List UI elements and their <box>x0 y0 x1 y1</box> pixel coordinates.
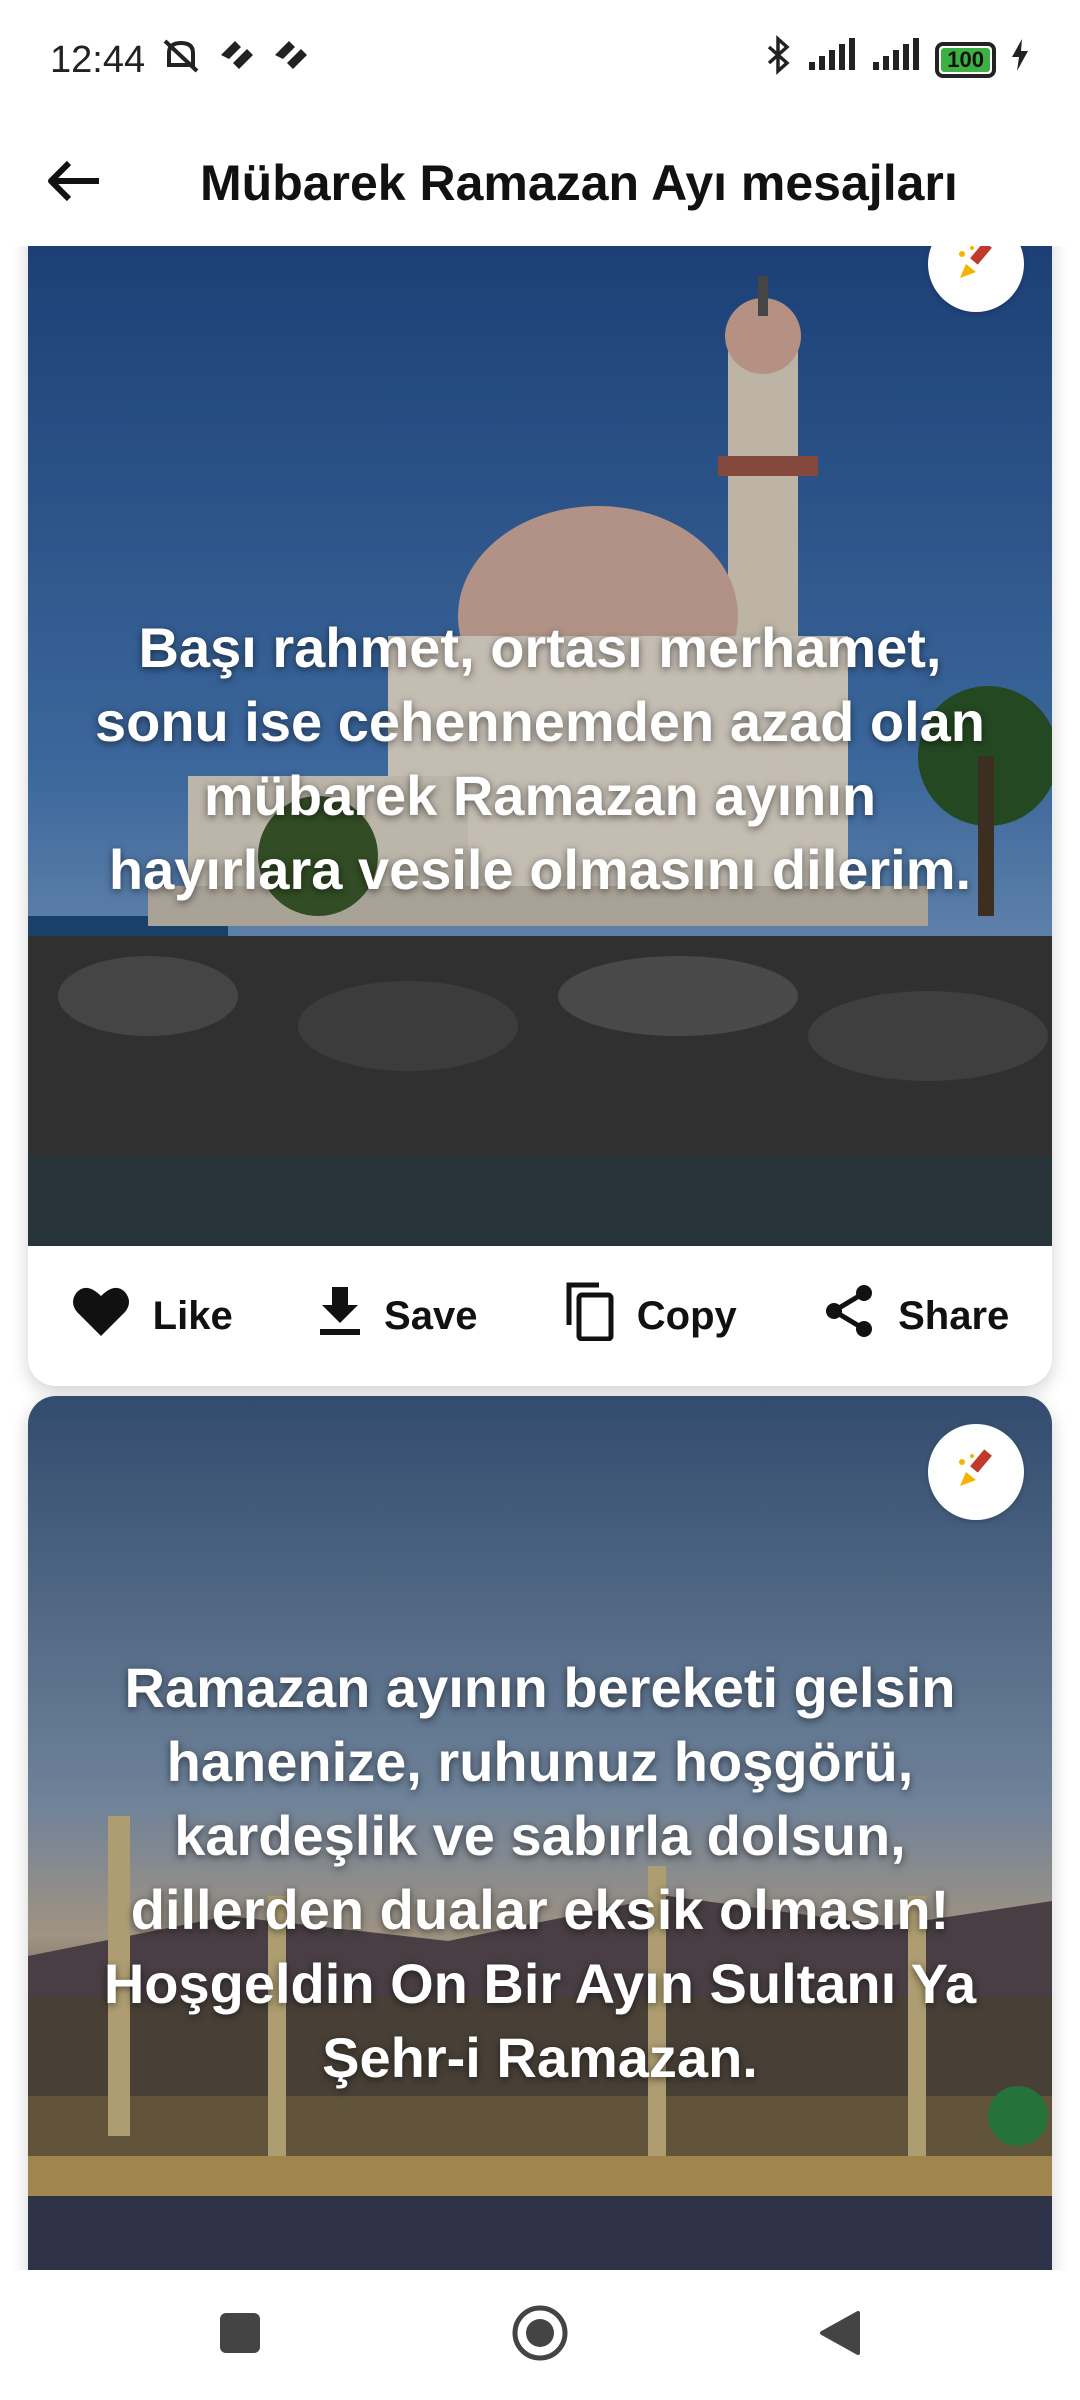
share-icon <box>822 1283 876 1349</box>
copy-label: Copy <box>636 1293 737 1338</box>
app-notification-icon <box>271 37 311 83</box>
share-label: Share <box>898 1293 1010 1338</box>
brush-icon <box>952 246 1000 291</box>
copy-button[interactable]: Copy <box>553 1266 747 1366</box>
status-bar: 12:44 100 <box>0 0 1080 120</box>
bluetooth-icon <box>763 35 793 85</box>
app-bar: Mübarek Ramazan Ayı mesajları <box>0 120 1080 246</box>
status-right: 100 <box>763 35 1030 85</box>
signal-icon <box>871 38 921 82</box>
message-card: Ramazan ayının bereketi gelsin hanenize,… <box>28 1396 1052 2270</box>
square-icon <box>218 2311 262 2360</box>
status-time: 12:44 <box>50 38 146 81</box>
charging-icon <box>1010 37 1030 83</box>
page-title: Mübarek Ramazan Ayı mesajları <box>200 155 958 211</box>
status-left: 12:44 <box>50 35 311 85</box>
arrow-back-icon <box>47 159 103 208</box>
message-text: Ramazan ayının bereketi gelsin hanenize,… <box>103 1656 977 2089</box>
triangle-back-icon <box>818 2309 862 2362</box>
save-button[interactable]: Save <box>308 1266 487 1366</box>
message-text: Başı rahmet, ortası merhamet, sonu ise c… <box>94 616 985 901</box>
back-nav-button[interactable] <box>800 2295 880 2375</box>
mute-icon <box>159 35 203 85</box>
message-list[interactable]: Başı rahmet, ortası merhamet, sonu ise c… <box>0 246 1080 2270</box>
battery-level: 100 <box>941 48 990 72</box>
copy-icon <box>563 1281 615 1351</box>
like-button[interactable]: Like <box>61 1266 243 1366</box>
heart-icon <box>71 1284 131 1348</box>
like-label: Like <box>152 1293 233 1338</box>
battery-icon: 100 <box>935 42 996 78</box>
card-actions: Like Save Copy Share <box>28 1246 1052 1386</box>
home-circle-icon <box>510 2303 570 2368</box>
home-button[interactable] <box>500 2295 580 2375</box>
brush-icon <box>952 1446 1000 1499</box>
system-nav-bar <box>0 2270 1080 2400</box>
edit-style-button[interactable] <box>928 1424 1024 1520</box>
download-icon <box>318 1285 362 1347</box>
message-card: Başı rahmet, ortası merhamet, sonu ise c… <box>28 246 1052 1386</box>
share-button[interactable]: Share <box>812 1266 1019 1366</box>
app-notification-icon <box>217 37 257 83</box>
recents-button[interactable] <box>200 2295 280 2375</box>
signal-icon <box>807 38 857 82</box>
save-label: Save <box>384 1293 478 1338</box>
back-button[interactable] <box>0 120 150 246</box>
